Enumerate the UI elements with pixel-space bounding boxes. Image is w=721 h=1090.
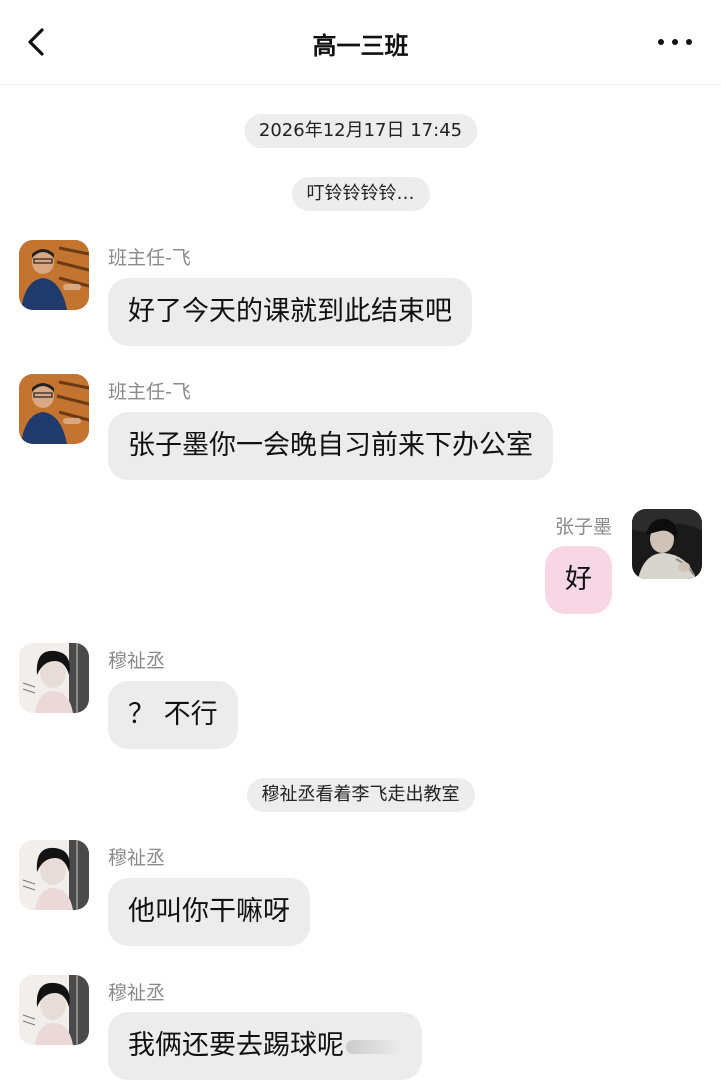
message-bubble[interactable]: 他叫你干嘛呀 — [108, 878, 310, 946]
message-bubble[interactable]: 张子墨你一会晚自习前来下办公室 — [108, 412, 553, 480]
sender-name: 穆祉丞 — [108, 650, 166, 672]
sender-name: 班主任-飞 — [108, 381, 191, 403]
chat-header: 高一三班 — [0, 0, 721, 85]
typing-fade — [346, 1039, 402, 1054]
avatar-self[interactable] — [632, 509, 702, 579]
sender-name: 班主任-飞 — [108, 247, 191, 269]
avatar-teacher[interactable] — [19, 374, 89, 444]
timestamp-pill: 2026年12月17日 17:45 — [243, 114, 478, 148]
sender-name: 穆祉丞 — [108, 847, 166, 869]
more-options-button[interactable] — [655, 30, 695, 54]
avatar-classmate[interactable] — [19, 975, 89, 1045]
system-note: 叮铃铃铃铃… — [291, 177, 430, 211]
message-bubble[interactable]: 我俩还要去踢球呢 — [108, 1012, 422, 1080]
sender-name: 穆祉丞 — [108, 982, 166, 1004]
chat-title: 高一三班 — [312, 32, 409, 60]
sender-name: 张子墨 — [554, 516, 612, 538]
message-bubble[interactable]: ？ 不行 — [108, 681, 238, 749]
avatar-classmate[interactable] — [19, 643, 89, 713]
avatar-classmate[interactable] — [19, 840, 89, 910]
message-bubble[interactable]: 好了今天的课就到此结束吧 — [108, 278, 472, 346]
message-bubble-self[interactable]: 好 — [545, 546, 612, 614]
system-note: 穆祉丞看着李飞走出教室 — [246, 778, 475, 812]
message-text: 我俩还要去踢球呢 — [128, 1030, 344, 1061]
more-horizontal-icon — [658, 39, 692, 45]
avatar-teacher[interactable] — [19, 240, 89, 310]
